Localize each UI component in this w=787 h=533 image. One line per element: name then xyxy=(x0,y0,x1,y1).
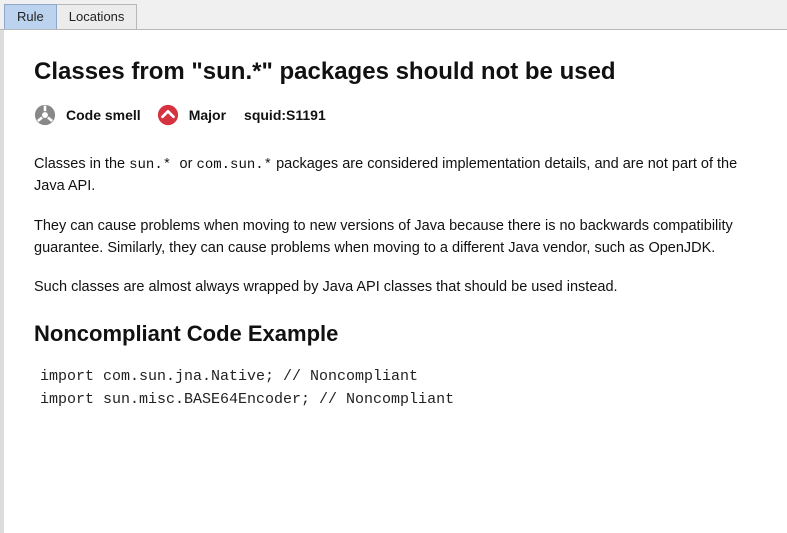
tab-locations[interactable]: Locations xyxy=(56,4,138,29)
description-paragraph: They can cause problems when moving to n… xyxy=(34,216,757,260)
rule-key: squid:S1191 xyxy=(244,107,326,123)
rule-title: Classes from "sun.*" packages should not… xyxy=(34,58,757,86)
noncompliant-code-block: import com.sun.jna.Native; // Noncomplia… xyxy=(34,365,757,412)
description-paragraph: Classes in the sun.* or com.sun.* packag… xyxy=(34,154,757,198)
noncompliant-heading: Noncompliant Code Example xyxy=(34,321,757,347)
rule-severity-label: Major xyxy=(189,107,226,123)
tab-bar: Rule Locations xyxy=(0,0,787,30)
severity-major-icon xyxy=(157,104,179,126)
tab-rule[interactable]: Rule xyxy=(4,4,57,29)
rule-type-label: Code smell xyxy=(66,107,141,123)
rule-description: Classes in the sun.* or com.sun.* packag… xyxy=(34,154,757,299)
rule-panel: Classes from "sun.*" packages should not… xyxy=(0,30,787,533)
code-smell-icon xyxy=(34,104,56,126)
description-paragraph: Such classes are almost always wrapped b… xyxy=(34,277,757,299)
rule-meta-row: Code smell Major squid:S1191 xyxy=(34,104,757,126)
